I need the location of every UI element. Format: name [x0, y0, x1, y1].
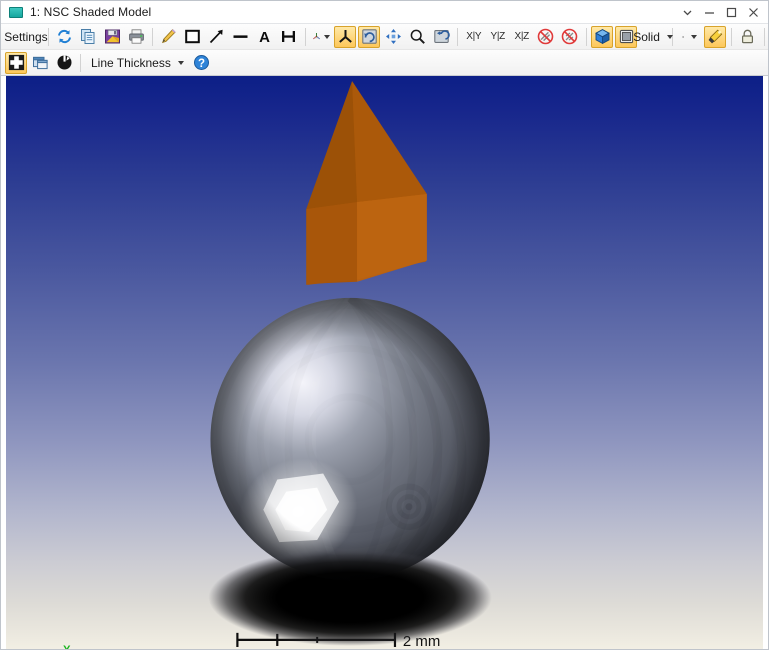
window-title: 1: NSC Shaded Model: [30, 5, 151, 19]
print-icon: [128, 28, 145, 45]
render-mode-label: Solid: [633, 30, 660, 44]
draw-rectangle-button[interactable]: [182, 26, 204, 48]
fit-to-window-button[interactable]: [5, 52, 27, 74]
refresh-button[interactable]: [53, 26, 75, 48]
copy-icon: [80, 28, 97, 45]
chevron-down-icon: [324, 35, 330, 39]
arrow-icon: [208, 28, 225, 45]
fit-window-icon: [8, 54, 25, 71]
shaded-model-viewport[interactable]: 2 mm Y X Z: [6, 76, 763, 649]
reset-rotation-button[interactable]: [430, 26, 452, 48]
lighting-button[interactable]: [704, 26, 726, 48]
blue-cube-icon: [594, 28, 611, 45]
hide-sources-button[interactable]: [559, 26, 581, 48]
pan-mode-button[interactable]: [382, 26, 404, 48]
view-xy-label: X|Y: [466, 31, 481, 42]
close-button[interactable]: [742, 2, 764, 22]
axis-orientation-dropdown-button[interactable]: [310, 26, 332, 48]
hide-rays-button[interactable]: [535, 26, 557, 48]
gray-cube-icon: [618, 28, 635, 45]
refresh-icon: [56, 28, 73, 45]
save-button[interactable]: [101, 26, 123, 48]
view-yz-label: Y|Z: [490, 31, 504, 42]
help-button[interactable]: ?: [191, 52, 213, 74]
nsc-shaded-model-window: 1: NSC Shaded Model Settings: [0, 0, 769, 650]
primary-toolbar: Settings: [1, 24, 768, 50]
background-gradient-dropdown[interactable]: [677, 26, 702, 48]
copy-button[interactable]: [77, 26, 99, 48]
dimension-icon: [280, 28, 297, 45]
model-scene: 2 mm Y X Z: [6, 76, 763, 649]
magnifier-icon: [409, 28, 426, 45]
chevron-down-icon: [667, 35, 673, 39]
view-xz-label: X|Z: [514, 31, 528, 42]
detach-window-button[interactable]: [29, 52, 51, 74]
line-thickness-label: Line Thickness: [91, 56, 171, 70]
text-a-icon: A: [256, 28, 273, 45]
no-rays-icon: [537, 28, 554, 45]
render-mode-dropdown[interactable]: Solid: [639, 26, 667, 48]
prism-right-roof: [352, 81, 427, 202]
save-icon: [104, 28, 121, 45]
axis-tripod-icon: [312, 28, 321, 45]
svg-text:A: A: [259, 29, 270, 45]
lock-icon: [739, 28, 756, 45]
prism-right-wall: [357, 194, 427, 280]
draw-line-button[interactable]: [230, 26, 252, 48]
axis-y-label: Y: [63, 644, 71, 649]
maximize-button[interactable]: [720, 2, 742, 22]
line-icon: [232, 28, 249, 45]
gradient-swatch-icon: [682, 30, 684, 44]
dimension-tool-button[interactable]: [278, 26, 300, 48]
text-tool-button[interactable]: A: [254, 26, 276, 48]
square-icon: [184, 28, 201, 45]
view-xz-button[interactable]: X|Z: [511, 26, 533, 48]
rotate-mode-button[interactable]: [334, 26, 356, 48]
svg-text:?: ?: [198, 58, 205, 70]
window-controls: [676, 1, 764, 23]
line-thickness-dropdown[interactable]: Line Thickness: [86, 52, 189, 74]
settings-button[interactable]: Settings: [5, 26, 43, 48]
axis-triad: Y X Z: [35, 644, 72, 649]
print-button[interactable]: [125, 26, 147, 48]
pencil-icon: [160, 28, 177, 45]
reset-view-button[interactable]: [53, 52, 75, 74]
lock-view-button[interactable]: [737, 26, 759, 48]
draw-arrow-button[interactable]: [206, 26, 228, 48]
spin-mode-button[interactable]: [358, 26, 380, 48]
chevron-down-icon: [178, 61, 184, 65]
view-xy-button[interactable]: X|Y: [463, 26, 485, 48]
prism-left-roof: [306, 81, 357, 209]
undo-box-icon: [433, 28, 450, 45]
spin-box-icon: [361, 28, 378, 45]
reset-circle-icon: [56, 54, 73, 71]
title-bar: 1: NSC Shaded Model: [1, 1, 768, 24]
secondary-toolbar: Line Thickness ?: [1, 50, 768, 76]
detach-window-icon: [32, 54, 49, 71]
flashlight-icon: [707, 28, 724, 45]
zoom-mode-button[interactable]: [406, 26, 428, 48]
help-question-icon: ?: [193, 54, 210, 71]
shaded-model-icon: [9, 7, 23, 18]
pan-arrows-icon: [385, 28, 402, 45]
prism-object-final: [306, 81, 427, 285]
view-yz-button[interactable]: Y|Z: [487, 26, 509, 48]
no-sources-icon: [561, 28, 578, 45]
minimize-button[interactable]: [698, 2, 720, 22]
toolbar-separator: [80, 54, 81, 72]
chevron-down-icon: [691, 35, 697, 39]
ground-shadow-overlay: [208, 549, 491, 646]
axis-tripod-icon: [337, 28, 354, 45]
prism-left-wall: [306, 202, 357, 285]
annotate-pencil-button[interactable]: [158, 26, 180, 48]
sphere-object: [210, 298, 489, 580]
shaded-model-button[interactable]: [591, 26, 613, 48]
window-menu-button[interactable]: [676, 2, 698, 22]
viewport-container: 2 mm Y X Z: [1, 76, 768, 649]
settings-label: Settings: [4, 30, 47, 44]
